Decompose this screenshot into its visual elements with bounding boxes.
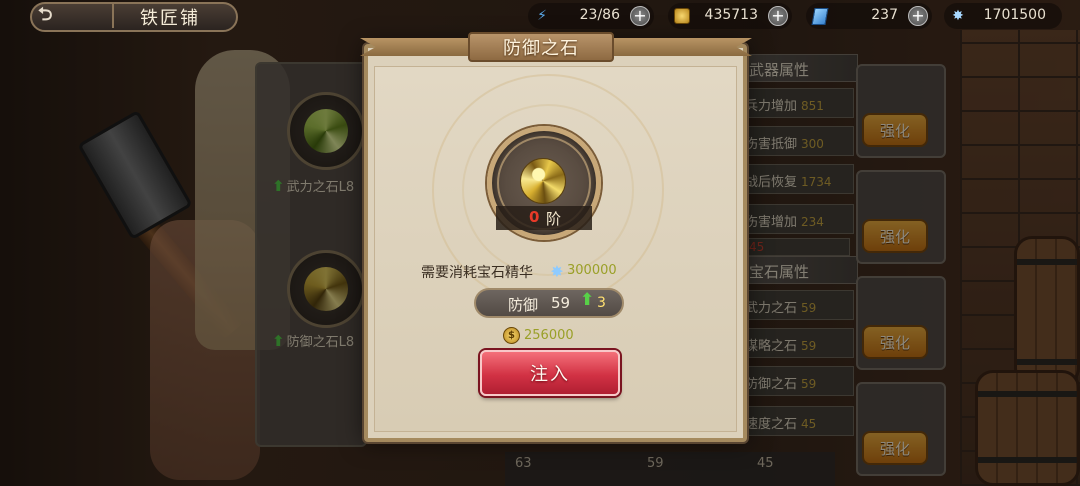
stamina-resource: ⚡ 23/86 + [528,3,654,29]
lightning-icon: ⚡ [537,8,547,24]
divider [112,4,114,28]
stat-name: 防御 [508,296,539,314]
add-crystal-button[interactable]: + [908,6,928,26]
rank-value: 0 [529,208,540,226]
gold-coin-icon [672,6,692,26]
stat-increase: 3 [597,295,606,311]
gold-coin-icon: $ [503,327,520,344]
top-bar: ⮌ 铁匠铺 ⚡ 23/86 + 435713 + 237 + ✸ 1701500 [0,0,1080,34]
essence-icon: ✸ [952,8,964,24]
add-gold-button[interactable]: + [768,6,788,26]
gold-cost-value: 256000 [524,328,574,343]
crystal-resource: 237 + [806,3,932,29]
rank-unit: 阶 [546,210,562,228]
dialog-title: 防御之石 [503,38,579,59]
stat-value: 59 [551,294,571,312]
essence-resource: ✸ 1701500 [944,3,1062,29]
essence-cost-label: 需要消耗宝石精华 [421,265,533,281]
add-stamina-button[interactable]: + [630,6,650,26]
inject-button[interactable]: 注入 [480,350,620,396]
screen-title: 铁匠铺 [140,8,200,29]
crystal-icon [810,6,830,26]
back-arrow-icon[interactable]: ⮌ [38,6,78,24]
defense-stone-icon [520,158,566,204]
gold-resource: 435713 + [668,3,792,29]
essence-icon: ✸ [550,262,564,281]
rank-band [496,206,592,230]
essence-cost-value: 300000 [567,263,617,278]
increase-arrow-icon: ⬆ [580,290,595,310]
